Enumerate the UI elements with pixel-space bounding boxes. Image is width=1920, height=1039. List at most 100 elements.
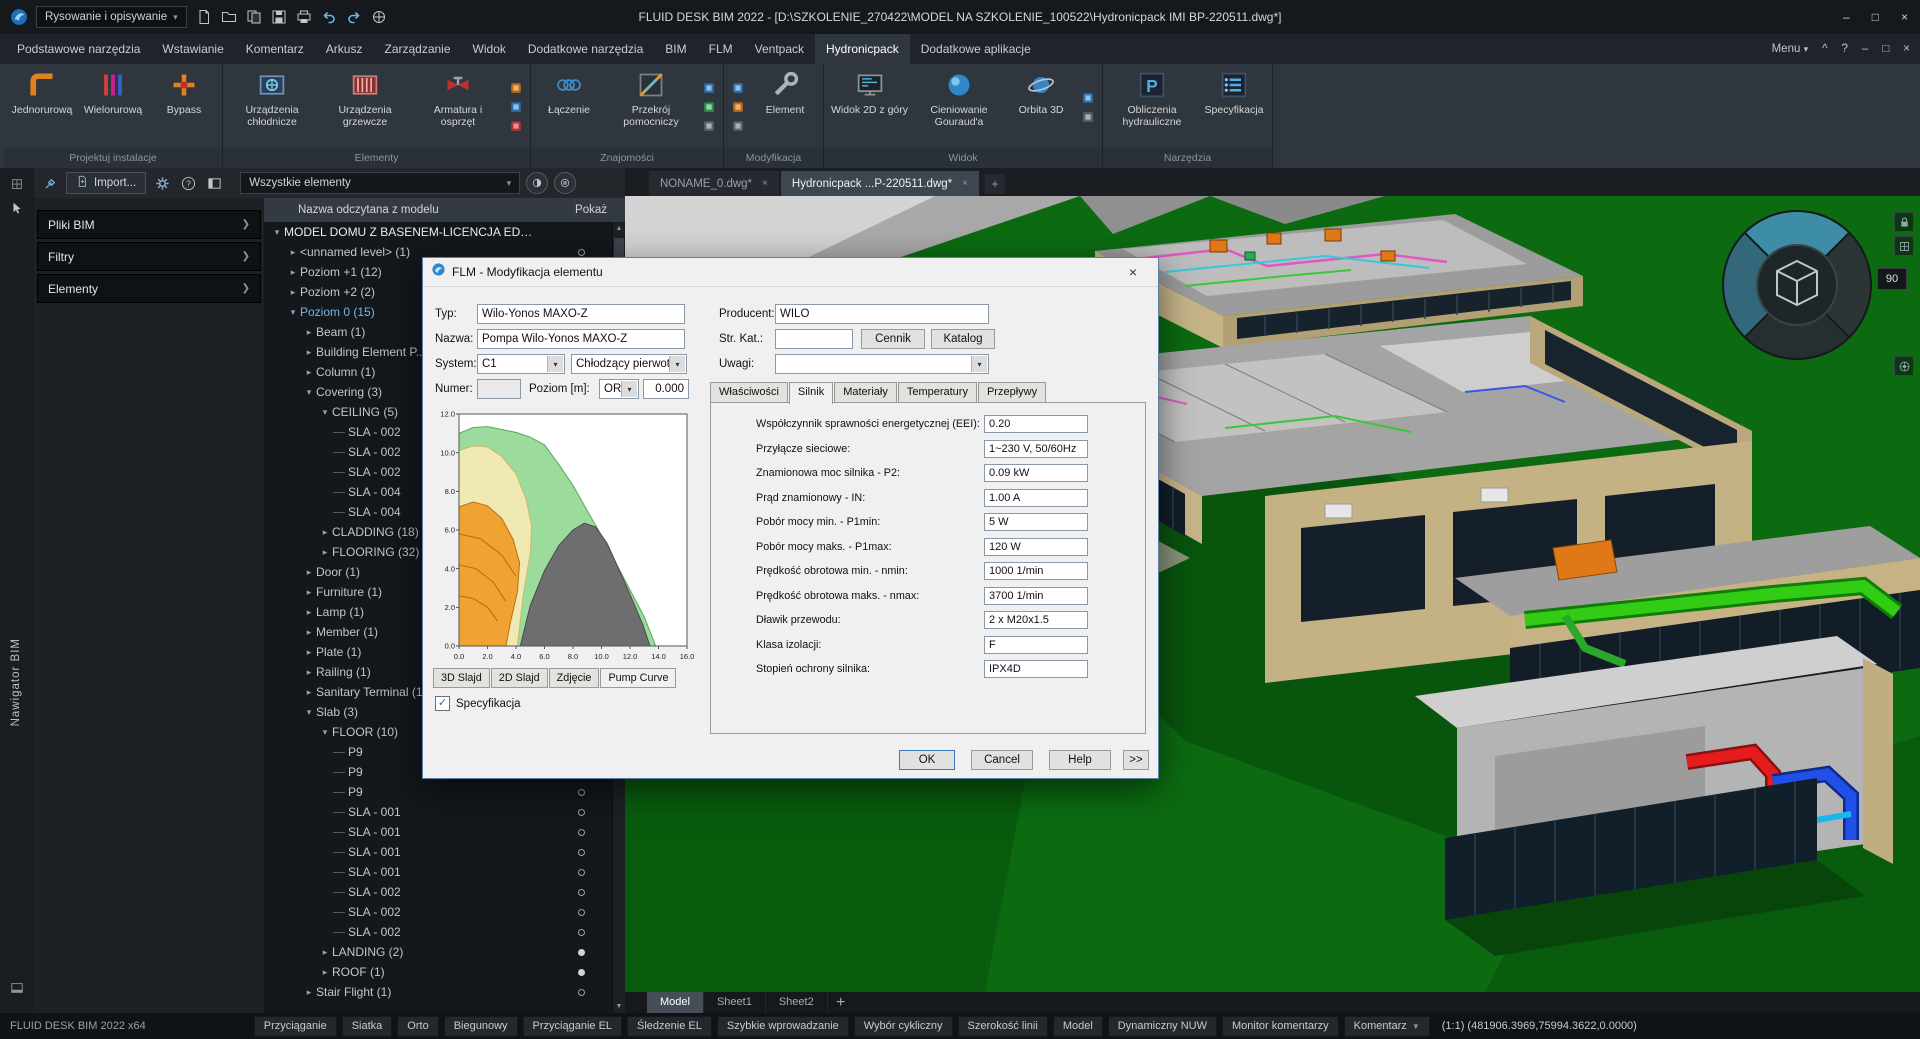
visibility-dot[interactable]	[578, 829, 585, 836]
cancel-button[interactable]: Cancel	[971, 750, 1033, 770]
typ-field[interactable]: Wilo-Yonos MAXO-Z	[477, 304, 685, 324]
motor-field-pr-d-znamionowy-in[interactable]: 1.00 A	[984, 489, 1088, 507]
cennik-button[interactable]: Cennik	[861, 329, 925, 349]
sidebar-item-elementy[interactable]: Elementy❯	[37, 274, 261, 303]
steering-wheel[interactable]	[1721, 209, 1873, 361]
status-toggle-siatka[interactable]: Siatka	[342, 1016, 393, 1037]
slide-tab-pump-curve[interactable]: Pump Curve	[600, 668, 676, 688]
poziom-value-field[interactable]: 0.000	[643, 379, 689, 399]
tree-expand-icon[interactable]: ▸	[302, 347, 316, 358]
visibility-dot[interactable]	[578, 989, 585, 996]
str-kat-field[interactable]	[775, 329, 853, 349]
system-combo[interactable]: C1▾	[477, 354, 565, 374]
doc-minimize-icon[interactable]: –	[1862, 43, 1868, 55]
tree-row[interactable]: ▸ROOF (1)	[264, 962, 613, 982]
ok-button[interactable]: OK	[899, 750, 955, 770]
tree-expand-icon[interactable]: ▾	[302, 707, 316, 718]
pin-icon[interactable]	[40, 173, 60, 193]
sidebar-item-pliki-bim[interactable]: Pliki BIM❯	[37, 210, 261, 239]
tree-expand-icon[interactable]: ▸	[318, 947, 332, 958]
scroll-down-icon[interactable]: ▼	[613, 1000, 625, 1013]
drawing-tab-hydronicpack-p-220511-dwg[interactable]: Hydronicpack ...P-220511.dwg*×	[781, 171, 979, 196]
tree-expand-icon[interactable]: ▸	[302, 687, 316, 698]
tree-expand-icon[interactable]: ▸	[318, 967, 332, 978]
gear-icon[interactable]	[152, 173, 172, 193]
workspace-selector[interactable]: Rysowanie i opisywanie ▾	[36, 6, 187, 28]
motor-field-pr-dko-obrotowa-min[interactable]: 1000 1/min	[984, 562, 1088, 580]
menu-tab-podstawowe-narz-dzia[interactable]: Podstawowe narzędzia	[6, 34, 151, 64]
mini-gray-icon[interactable]	[730, 118, 746, 134]
ribbon-button-jednorurow[interactable]: Jednorurową	[7, 66, 77, 148]
status-toggle-model[interactable]: Model	[1053, 1016, 1103, 1037]
status-toggle-komentarz[interactable]: Komentarz▼	[1344, 1016, 1430, 1037]
dialog-tab-temperatury[interactable]: Temperatury	[898, 382, 977, 402]
doc-close-icon[interactable]: ×	[1903, 43, 1910, 55]
status-toggle-szybkie-wprowadzanie[interactable]: Szybkie wprowadzanie	[717, 1016, 849, 1037]
tree-expand-icon[interactable]: ▸	[302, 567, 316, 578]
dialog-tab-w-a-ciwo-ci[interactable]: Właściwości	[710, 382, 788, 402]
tree-expand-icon[interactable]: ▸	[302, 327, 316, 338]
mini-green-icon[interactable]	[701, 99, 717, 115]
tree-expand-icon[interactable]: ▸	[302, 627, 316, 638]
layout-tab-sheet1[interactable]: Sheet1	[704, 992, 766, 1013]
motor-field-wsp-czynnik-sprawno-ci[interactable]: 0.20	[984, 415, 1088, 433]
numer-field[interactable]	[477, 379, 521, 399]
status-toggle-szeroko-linii[interactable]: Szerokość linii	[958, 1016, 1048, 1037]
menu-tab-dodatkowe-narz-dzia[interactable]: Dodatkowe narzędzia	[517, 34, 654, 64]
menu-tab-ventpack[interactable]: Ventpack	[744, 34, 815, 64]
tree-row[interactable]: SLA - 001	[264, 822, 613, 842]
ribbon-button-orbita-3d[interactable]: Orbita 3D	[1006, 66, 1076, 148]
dialog-tab-silnik[interactable]: Silnik	[789, 382, 833, 404]
tree-expand-icon[interactable]: ▸	[318, 547, 332, 558]
layout-tab-model[interactable]: Model	[647, 992, 704, 1013]
menu-tab-dodatkowe-aplikacje[interactable]: Dodatkowe aplikacje	[910, 34, 1042, 64]
tree-expand-icon[interactable]: ▸	[302, 987, 316, 998]
ribbon-button-armatura-i-osprz-t[interactable]: Armatura i osprzęt	[412, 66, 504, 148]
mini-blue-icon[interactable]	[730, 80, 746, 96]
slide-tab-zdj-cie[interactable]: Zdjęcie	[549, 668, 600, 688]
producent-field[interactable]: WILO	[775, 304, 989, 324]
uwagi-combo[interactable]: ▾	[775, 354, 989, 374]
specyfikacja-checkbox[interactable]: ✓ Specyfikacja	[435, 696, 521, 711]
dialog-tab-przep-ywy[interactable]: Przepływy	[978, 382, 1046, 402]
dialog-close-icon[interactable]: ×	[1116, 264, 1150, 280]
close-icon[interactable]: ×	[762, 178, 768, 189]
menu-tab-widok[interactable]: Widok	[462, 34, 517, 64]
dock-icon[interactable]	[204, 173, 224, 193]
toolbar-grid-icon[interactable]	[7, 174, 27, 194]
tree-expand-icon[interactable]: ▸	[302, 367, 316, 378]
dialog-tab-materia-y[interactable]: Materiały	[834, 382, 897, 402]
menu-tab-bim[interactable]: BIM	[654, 34, 697, 64]
motor-field-pr-dko-obrotowa-maks[interactable]: 3700 1/min	[984, 587, 1088, 605]
motor-field-pob-r-mocy-min-p1min[interactable]: 5 W	[984, 513, 1088, 531]
motor-field-klasa-izolacji[interactable]: F	[984, 636, 1088, 654]
motor-field-pob-r-mocy-maks-p1max[interactable]: 120 W	[984, 538, 1088, 556]
tree-expand-icon[interactable]: ▸	[286, 247, 300, 258]
visibility-dot[interactable]	[578, 849, 585, 856]
visibility-dot[interactable]	[578, 949, 585, 956]
katalog-button[interactable]: Katalog	[931, 329, 995, 349]
layout-tab-sheet2[interactable]: Sheet2	[766, 992, 828, 1013]
ribbon-button-czenie[interactable]: Łączenie	[534, 66, 604, 148]
tree-row[interactable]: ▾MODEL DOMU Z BASENEM-LICENCJA EDUKACYJN…	[264, 222, 613, 242]
tree-row[interactable]: SLA - 002	[264, 922, 613, 942]
tree-expand-icon[interactable]: ▸	[318, 527, 332, 538]
mini-red-icon[interactable]	[508, 118, 524, 134]
theme-circle-icon[interactable]	[526, 172, 548, 194]
close-button[interactable]: ×	[1901, 10, 1908, 24]
status-toggle-dynamiczny-nuw[interactable]: Dynamiczny NUW	[1108, 1016, 1217, 1037]
motor-field-przy-cze-sieciowe[interactable]: 1~230 V, 50/60Hz	[984, 440, 1088, 458]
status-toggle-monitor-komentarzy[interactable]: Monitor komentarzy	[1222, 1016, 1339, 1037]
ribbon-button-cieniowanie-gouraud-a[interactable]: Cieniowanie Gouraud'a	[913, 66, 1005, 148]
drawing-tab-noname-0-dwg[interactable]: NONAME_0.dwg*×	[649, 171, 779, 196]
poziom-mode-combo[interactable]: OR▾	[599, 379, 639, 399]
sidebar-item-filtry[interactable]: Filtry❯	[37, 242, 261, 271]
menu-tab-arkusz[interactable]: Arkusz	[315, 34, 374, 64]
tree-expand-icon[interactable]: ▸	[302, 667, 316, 678]
rotation-angle-badge[interactable]: 90	[1877, 268, 1907, 290]
slide-tab-3d-slajd[interactable]: 3D Slajd	[433, 668, 490, 688]
doc-restore-icon[interactable]: □	[1882, 43, 1889, 55]
tree-expand-icon[interactable]: ▾	[270, 227, 284, 238]
lock-icon[interactable]	[1894, 212, 1914, 232]
tree-row[interactable]: SLA - 001	[264, 802, 613, 822]
